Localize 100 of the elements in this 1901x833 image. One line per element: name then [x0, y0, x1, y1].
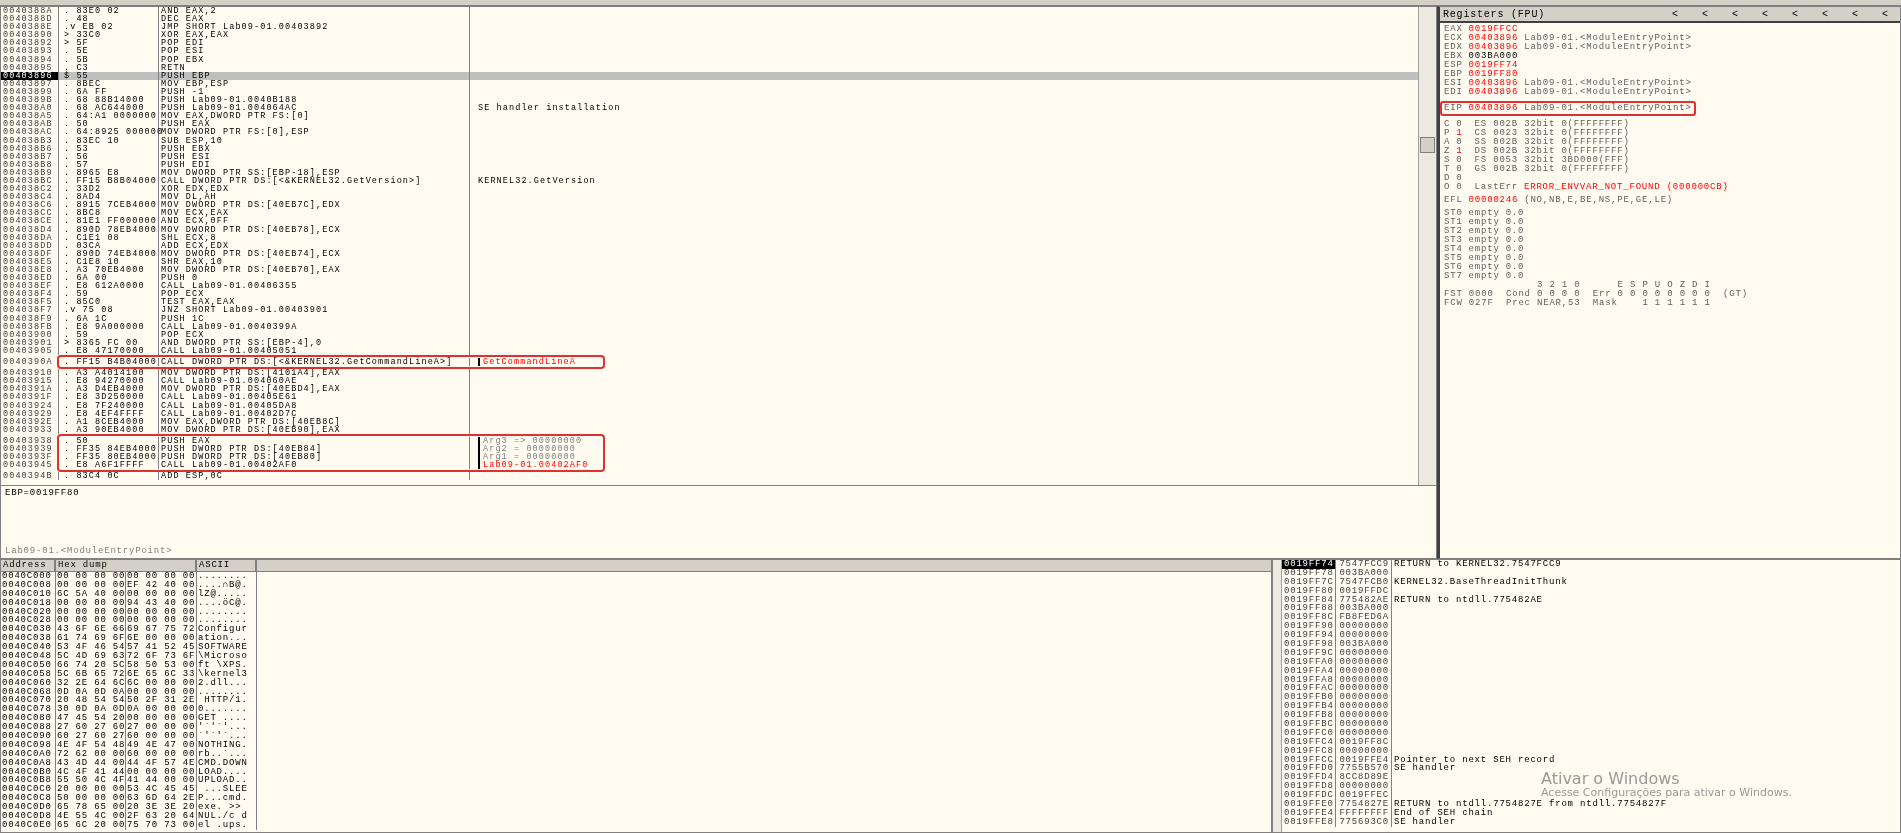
address-cell[interactable]: 0019FF7C: [1282, 577, 1336, 587]
scrollbar[interactable]: [1418, 7, 1436, 485]
collapse-button[interactable]: <: [1690, 8, 1720, 20]
address-cell[interactable]: 004038DD: [1, 241, 59, 250]
address-cell[interactable]: 0040389B: [1, 96, 59, 105]
address-cell[interactable]: 0019FF88: [1282, 604, 1336, 614]
address-cell[interactable]: 004038C6: [1, 201, 59, 210]
address-cell[interactable]: 00403924: [1, 401, 59, 410]
address-cell[interactable]: 00403905: [1, 346, 59, 356]
address-cell[interactable]: 0019FF94: [1282, 631, 1336, 641]
address-cell[interactable]: 0040394B: [1, 472, 59, 481]
address-cell[interactable]: 004038B9: [1, 168, 59, 177]
collapse-button[interactable]: <: [1660, 8, 1690, 20]
collapse-button[interactable]: <: [1750, 8, 1780, 20]
register-value[interactable]: 003BA000: [1468, 52, 1519, 61]
register-value[interactable]: 00403896: [1468, 34, 1519, 43]
flag-value[interactable]: 0: [1456, 183, 1463, 192]
address-cell[interactable]: 0040388E: [1, 23, 59, 32]
register-value[interactable]: 0019FF74: [1468, 61, 1519, 70]
address-cell[interactable]: 0019FFE0: [1282, 800, 1336, 809]
address-cell[interactable]: 00403929: [1, 409, 59, 418]
address-cell[interactable]: 0040393F: [1, 453, 59, 462]
address-cell[interactable]: 0019FF80: [1282, 586, 1336, 596]
address-cell[interactable]: 0019FFA8: [1282, 675, 1336, 685]
address-cell[interactable]: 0019FF90: [1282, 622, 1336, 632]
address-cell[interactable]: 004038F4: [1, 290, 59, 299]
address-cell[interactable]: 00403910: [1, 369, 59, 378]
address-cell[interactable]: 0040391A: [1, 385, 59, 394]
flag-value[interactable]: 0: [1456, 174, 1463, 183]
address-cell[interactable]: 0019FFC4: [1282, 737, 1336, 747]
address-cell[interactable]: 00403939: [1, 444, 59, 454]
address-cell[interactable]: 0019FFB8: [1282, 711, 1336, 721]
address-cell[interactable]: 0040391F: [1, 393, 59, 402]
register-value[interactable]: 00000246: [1468, 196, 1519, 205]
register-value[interactable]: 0019FFCC: [1468, 25, 1519, 34]
address-cell[interactable]: 00403899: [1, 87, 59, 97]
address-cell[interactable]: 00403945: [1, 461, 59, 470]
flag-value[interactable]: 1: [1456, 129, 1463, 138]
address-cell[interactable]: 00403894: [1, 55, 59, 64]
address-cell[interactable]: 004038BC: [1, 176, 59, 186]
scrollbar[interactable]: [1273, 560, 1282, 832]
address-cell[interactable]: 0019FF98: [1282, 640, 1336, 649]
address-cell[interactable]: 004038B8: [1, 160, 59, 169]
address-cell[interactable]: 004038F5: [1, 298, 59, 307]
address-cell[interactable]: 00403901: [1, 338, 59, 347]
address-cell[interactable]: 0019FFDC: [1282, 791, 1336, 801]
register-value[interactable]: 00403896: [1468, 104, 1519, 113]
flag-value[interactable]: 0: [1456, 138, 1463, 147]
register-value[interactable]: 00403896: [1468, 88, 1519, 97]
register-value[interactable]: 00403896: [1468, 79, 1519, 88]
address-cell[interactable]: 004038A0: [1, 104, 59, 113]
column-header[interactable]: ASCII: [197, 560, 257, 571]
address-cell[interactable]: 004038E5: [1, 257, 59, 266]
address-cell[interactable]: 004038A5: [1, 112, 59, 121]
address-cell[interactable]: 0019FF74: [1282, 560, 1336, 569]
address-cell[interactable]: 0019FFC8: [1282, 746, 1336, 756]
address-cell[interactable]: 004038C2: [1, 185, 59, 194]
address-cell[interactable]: 00403938: [1, 436, 59, 445]
address-cell[interactable]: 0019FFD8: [1282, 782, 1336, 792]
address-cell[interactable]: 0040388D: [1, 15, 59, 24]
address-cell[interactable]: 004038F9: [1, 314, 59, 323]
collapse-button[interactable]: <: [1780, 8, 1810, 20]
address-cell[interactable]: 004038CC: [1, 209, 59, 218]
register-value[interactable]: 0019FF80: [1468, 70, 1519, 79]
address-cell[interactable]: 004038DF: [1, 249, 59, 258]
address-cell[interactable]: 004038F7: [1, 306, 59, 315]
collapse-button[interactable]: <: [1870, 8, 1900, 20]
address-cell[interactable]: 0019FFE8: [1282, 817, 1336, 827]
collapse-button[interactable]: <: [1810, 8, 1840, 20]
address-cell[interactable]: 004038B6: [1, 144, 59, 153]
flag-value[interactable]: 0: [1456, 165, 1463, 174]
flag-value[interactable]: 0: [1456, 120, 1463, 129]
collapse-button[interactable]: <: [1840, 8, 1870, 20]
flag-value[interactable]: 1: [1456, 147, 1463, 156]
address-cell[interactable]: 0019FFA0: [1282, 657, 1336, 667]
address-cell[interactable]: 00403897: [1, 79, 59, 88]
address-cell[interactable]: 004038E8: [1, 266, 59, 275]
address-cell[interactable]: 004038C4: [1, 193, 59, 202]
address-cell[interactable]: 0040390A: [1, 358, 59, 367]
address-cell[interactable]: 00403895: [1, 63, 59, 72]
address-cell[interactable]: 0019FFAC: [1282, 684, 1336, 694]
address-cell[interactable]: 0019FF9C: [1282, 648, 1336, 658]
address-cell[interactable]: 00403900: [1, 330, 59, 339]
collapse-button[interactable]: <: [1720, 8, 1750, 20]
address-cell[interactable]: 0019FFBC: [1282, 720, 1336, 729]
column-header[interactable]: Address: [1, 560, 56, 571]
address-cell[interactable]: 004038AB: [1, 120, 59, 129]
address-cell[interactable]: 004038CE: [1, 217, 59, 226]
address-cell[interactable]: 004038D4: [1, 225, 59, 234]
register-value[interactable]: 00403896: [1468, 43, 1519, 52]
flag-value[interactable]: 0: [1456, 156, 1463, 165]
address-cell[interactable]: 0019FFA4: [1282, 666, 1336, 676]
address-cell[interactable]: 0019FF78: [1282, 568, 1336, 578]
address-cell[interactable]: 004038FB: [1, 322, 59, 331]
address-cell[interactable]: 0019FFE4: [1282, 808, 1336, 818]
address-cell[interactable]: 0040392E: [1, 417, 59, 426]
address-cell[interactable]: 0019FFC0: [1282, 728, 1336, 738]
address-cell[interactable]: 004038B3: [1, 136, 59, 145]
address-cell[interactable]: 00403892: [1, 39, 59, 48]
address-cell[interactable]: 00403893: [1, 47, 59, 56]
